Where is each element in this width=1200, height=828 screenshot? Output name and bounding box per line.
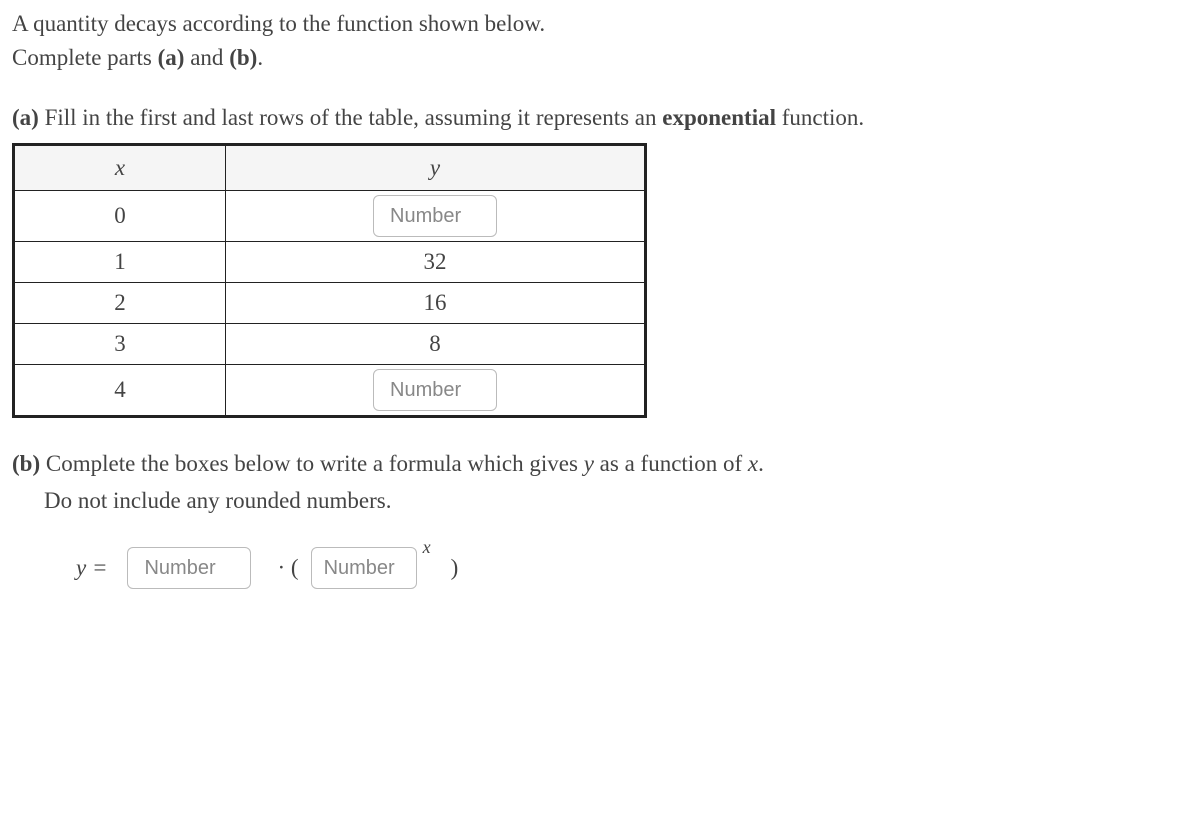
part-a-emphasis: exponential <box>662 105 776 130</box>
formula-base-input[interactable]: Number <box>311 547 417 589</box>
table-cell-y: 8 <box>226 324 646 365</box>
formula-y-equals: y = <box>76 552 107 584</box>
table-cell-y-input: Number <box>226 190 646 241</box>
table-cell-y: 32 <box>226 241 646 282</box>
table-row: 3 8 <box>14 324 646 365</box>
table-cell-x: 2 <box>14 282 226 323</box>
table-cell-y: 16 <box>226 282 646 323</box>
part-b-line2: Do not include any rounded numbers. <box>12 485 1188 517</box>
table-header-row: x y <box>14 144 646 190</box>
intro-line-2: Complete parts (a) and (b). <box>12 42 1188 74</box>
table-row: 1 32 <box>14 241 646 282</box>
table-header-x: x <box>14 144 226 190</box>
table-cell-x: 3 <box>14 324 226 365</box>
formula-close-paren: ) <box>451 552 459 584</box>
table-cell-x: 4 <box>14 365 226 417</box>
part-b-text-prefix: Complete the boxes below to write a form… <box>40 451 584 476</box>
part-b-text-mid: as a function of <box>594 451 748 476</box>
table-row: 2 16 <box>14 282 646 323</box>
table-cell-y-input: Number <box>226 365 646 417</box>
part-b-var-x: x <box>748 451 758 476</box>
part-b-period: . <box>758 451 764 476</box>
y-input-row-4[interactable]: Number <box>373 369 497 411</box>
part-b-label: (b) <box>12 451 40 476</box>
table-row: 0 Number <box>14 190 646 241</box>
intro-part-a-label: (a) <box>158 45 185 70</box>
table-row: 4 Number <box>14 365 646 417</box>
formula-dot-open-paren: · ( <box>277 552 298 584</box>
formula-exponent: x <box>423 535 431 560</box>
data-table: x y 0 Number 1 32 2 16 3 8 4 Number <box>12 143 647 419</box>
intro-part-b-label: (b) <box>229 45 257 70</box>
table-cell-x: 1 <box>14 241 226 282</box>
part-b-var-y: y <box>584 451 594 476</box>
intro-and: and <box>184 45 229 70</box>
formula-row: y = Number · ( Number x ) <box>12 547 1188 589</box>
table-cell-x: 0 <box>14 190 226 241</box>
table-header-y: y <box>226 144 646 190</box>
intro-prefix: Complete parts <box>12 45 158 70</box>
part-b-prompt: (b) Complete the boxes below to write a … <box>12 448 1188 480</box>
part-a-prompt: (a) Fill in the first and last rows of t… <box>12 102 1188 134</box>
intro-line-1: A quantity decays according to the funct… <box>12 8 1188 40</box>
part-a-text-prefix: Fill in the first and last rows of the t… <box>39 105 662 130</box>
intro-period: . <box>257 45 263 70</box>
part-a-text-suffix: function. <box>776 105 864 130</box>
y-input-row-0[interactable]: Number <box>373 195 497 237</box>
formula-coefficient-input[interactable]: Number <box>127 547 251 589</box>
part-a-label: (a) <box>12 105 39 130</box>
formula-base-group: Number x <box>311 547 437 589</box>
